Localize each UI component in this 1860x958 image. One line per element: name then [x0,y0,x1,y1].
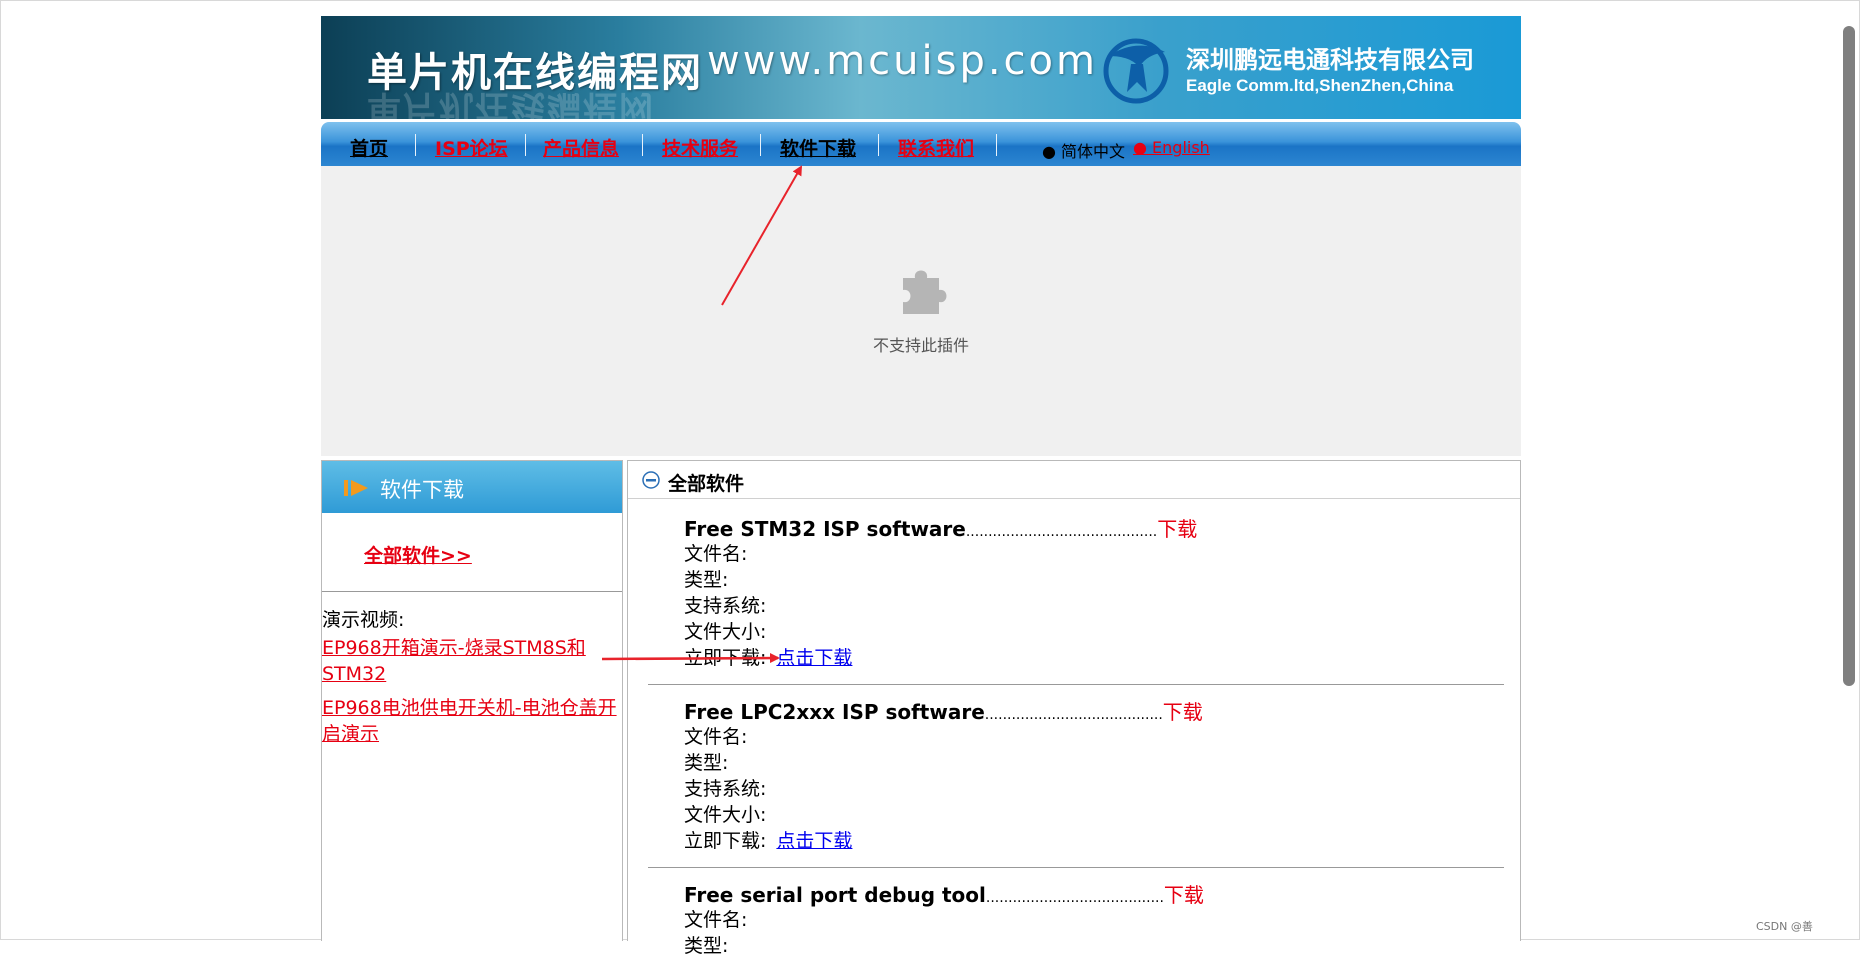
sidebar-title: 软件下载 [380,478,464,502]
software-title: Free LPC2xxx ISP software...............… [684,696,1203,725]
video-link-battery[interactable]: EP968电池供电开关机-电池仓盖开启演示 [322,695,620,747]
banner-url: www.mcuisp.com [707,38,1098,84]
file-size-field: 文件大小: [684,804,767,826]
download-now-field: 立即下载: 点击下载 [684,826,852,853]
panel-title: 全部软件 [668,473,745,495]
nav-separator [642,134,643,156]
nav-separator [525,134,526,156]
nav-contact-us[interactable]: 联系我们 [898,134,974,161]
play-arrow-icon [344,480,368,496]
file-name-field: 文件名: [684,909,748,931]
company-english-name: Eagle Comm.ltd,ShenZhen,China [1186,76,1454,95]
entry-divider [648,867,1504,868]
puzzle-piece-icon [903,270,947,314]
nav-home[interactable]: 首页 [350,134,388,161]
company-name: 深圳鹏远电通科技有限公司 [1186,46,1474,74]
software-name: Free STM32 ISP software [684,517,966,541]
entry-divider [648,684,1504,685]
sidebar: 软件下载 全部软件>> 演示视频: EP968开箱演示-烧录STM8S和STM3… [321,460,623,941]
main-navigation: 首页 ISP论坛 产品信息 技术服务 软件下载 联系我们 ● 简体中文 ● En… [321,122,1521,166]
nav-software-download[interactable]: 软件下载 [780,134,856,161]
file-name-field: 文件名: [684,726,748,748]
supported-os-field: 支持系统: [684,595,767,617]
software-name: Free LPC2xxx ISP software [684,700,985,724]
banner-title: 单片机在线编程网 [367,50,703,96]
click-download-link[interactable]: 点击下载 [776,647,852,669]
software-list-panel: 全部软件 Free STM32 ISP software............… [627,460,1521,957]
download-now-label: 立即下载: [684,830,767,852]
sidebar-divider [322,591,622,592]
click-download-link[interactable]: 点击下载 [776,830,852,852]
all-software-link[interactable]: 全部软件>> [364,541,472,568]
file-size-field: 文件大小: [684,621,767,643]
type-field: 类型: [684,752,729,774]
supported-os-field: 支持系统: [684,778,767,800]
software-name: Free serial port debug tool [684,883,986,907]
site-banner: 单片机在线编程网 单片机在线编程网 www.mcuisp.com 深圳鹏远电通科… [321,16,1521,119]
nav-separator [996,134,997,156]
dot-leader: ........................................ [985,890,1164,906]
watermark: CSDN @善 [1756,920,1813,933]
dot-leader: ........................................ [984,707,1163,723]
nav-separator [415,134,416,156]
panel-header: 全部软件 [628,461,1520,499]
file-name-field: 文件名: [684,543,748,565]
collapse-circle-icon[interactable] [642,471,660,489]
sidebar-header: 软件下载 [322,461,622,513]
nav-separator [878,134,879,156]
page-container: 单片机在线编程网 单片机在线编程网 www.mcuisp.com 深圳鹏远电通科… [321,16,1521,957]
download-now-field: 立即下载: 点击下载 [684,643,852,670]
dot-leader: ........................................… [965,524,1158,540]
type-field: 类型: [684,935,729,957]
demo-video-label: 演示视频: [322,609,405,631]
download-link[interactable]: 下载 [1157,517,1197,541]
vertical-scrollbar[interactable] [1843,26,1855,686]
software-title: Free STM32 ISP software.................… [684,513,1197,542]
nav-product-info[interactable]: 产品信息 [543,134,619,161]
video-link-unboxing[interactable]: EP968开箱演示-烧录STM8S和STM32 [322,635,620,687]
eagle-logo-icon [1103,38,1169,104]
software-title: Free serial port debug tool.............… [684,879,1204,908]
download-link[interactable]: 下载 [1164,883,1204,907]
type-field: 类型: [684,569,729,591]
nav-separator [760,134,761,156]
download-link[interactable]: 下载 [1163,700,1203,724]
plugin-unsupported-message: 不支持此插件 [872,336,969,355]
lang-simplified-chinese[interactable]: ● 简体中文 [1042,138,1125,162]
lang-english[interactable]: ● English [1133,138,1210,157]
plugin-placeholder: 不支持此插件 [321,166,1521,456]
nav-tech-service[interactable]: 技术服务 [662,134,738,161]
download-now-label: 立即下载: [684,647,767,669]
nav-isp-forum[interactable]: ISP论坛 [435,134,508,161]
